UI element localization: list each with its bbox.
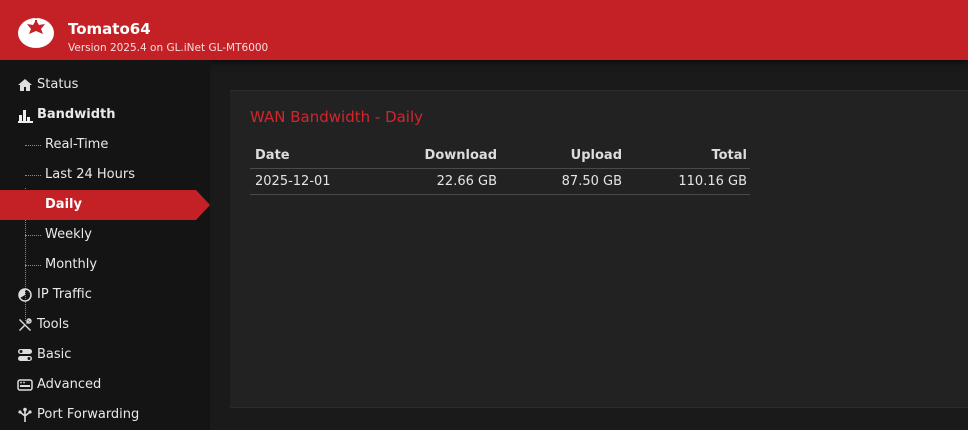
sidebar-item-port-forwarding[interactable]: Port Forwarding xyxy=(0,400,210,430)
sidebar-item-label: IP Traffic xyxy=(37,287,92,302)
table-row: 2025-12-01 22.66 GB 87.50 GB 110.16 GB xyxy=(250,168,750,195)
sidebar-subitem-daily[interactable]: Daily xyxy=(0,190,210,220)
sidebar-item-label: Bandwidth xyxy=(37,107,116,122)
router-icon xyxy=(17,379,33,391)
cell-upload: 87.50 GB xyxy=(500,168,625,195)
sidebar-item-advanced[interactable]: Advanced xyxy=(0,370,210,400)
sidebar-item-status[interactable]: Status xyxy=(0,70,210,100)
sidebar-item-label: Port Forwarding xyxy=(37,407,140,422)
sidebar-subitem-weekly[interactable]: Weekly xyxy=(0,220,210,250)
network-icon xyxy=(18,407,32,422)
sidebar-subitem-label: Weekly xyxy=(45,227,92,242)
sidebar-subitem-real-time[interactable]: Real-Time xyxy=(0,130,210,160)
main-panel: WAN Bandwidth - Daily Date Download Uplo… xyxy=(230,90,968,408)
sidebar-item-label: Tools xyxy=(37,317,70,332)
sidebar-item-label: Advanced xyxy=(37,377,102,392)
app-version: Version 2025.4 on GL.iNet GL-MT6000 xyxy=(68,42,269,54)
sidebar-item-basic[interactable]: Basic xyxy=(0,340,210,370)
column-header-total[interactable]: Total xyxy=(625,143,750,169)
sidebar-subitem-label: Last 24 Hours xyxy=(45,167,135,182)
sidebar-subitem-label: Monthly xyxy=(45,257,98,272)
sidebar-item-label: Basic xyxy=(37,347,72,362)
app-title: Tomato64 xyxy=(68,20,151,38)
bandwidth-table: Date Download Upload Total 2025-12-01 22… xyxy=(250,143,750,195)
column-header-date[interactable]: Date xyxy=(250,143,365,169)
sidebar-subitem-last-24-hours[interactable]: Last 24 Hours xyxy=(0,160,210,190)
cell-total: 110.16 GB xyxy=(625,168,750,195)
sidebar-item-bandwidth[interactable]: Bandwidth xyxy=(0,100,210,130)
tomato-logo-icon xyxy=(18,14,54,48)
sidebar-subitem-label: Real-Time xyxy=(45,137,109,152)
toggle-icon xyxy=(18,349,32,361)
sidebar-item-label: Status xyxy=(37,77,79,92)
app-header: Tomato64 Version 2025.4 on GL.iNet GL-MT… xyxy=(0,0,968,60)
sidebar: Status Bandwidth Real-Time Last 24 Hours… xyxy=(0,60,210,430)
sidebar-subitem-monthly[interactable]: Monthly xyxy=(0,250,210,280)
active-indicator-arrow xyxy=(196,190,210,220)
bar-chart-icon xyxy=(18,110,33,123)
cell-date: 2025-12-01 xyxy=(250,168,365,195)
column-header-upload[interactable]: Upload xyxy=(500,143,625,169)
sidebar-item-tools[interactable]: Tools xyxy=(0,310,210,340)
column-header-download[interactable]: Download xyxy=(365,143,500,169)
cell-download: 22.66 GB xyxy=(365,168,500,195)
table-header-row: Date Download Upload Total xyxy=(250,143,750,169)
home-icon xyxy=(18,79,32,91)
pie-chart-icon xyxy=(18,288,32,302)
sidebar-subitem-label: Daily xyxy=(45,197,82,212)
page-title: WAN Bandwidth - Daily xyxy=(250,108,424,126)
sidebar-item-ip-traffic[interactable]: IP Traffic xyxy=(0,280,210,310)
tools-icon xyxy=(19,318,32,331)
